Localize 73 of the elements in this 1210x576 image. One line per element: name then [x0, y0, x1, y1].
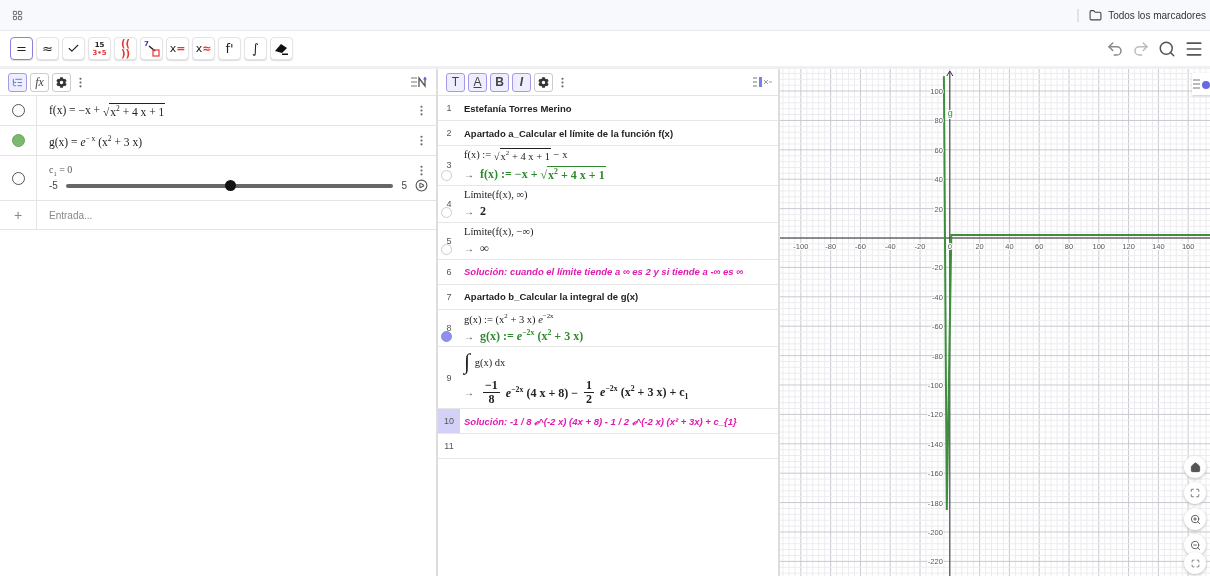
tick-icon — [67, 42, 80, 55]
output-formula: f(x) := −x + √x$^{2}$ + 4 x + 1 — [480, 165, 606, 183]
solution-text: Solución: -1 / 8 ℯ^(-2 x) (4x + 8) - 1 / 2 ℯ^(-2 x) (x² + 3x) + c_{1} — [464, 414, 738, 428]
slider-value: c$_{1}$ = 0 — [49, 164, 73, 177]
formula: g(x) = e$^{− x}$ (x$^{2}$ + 3 x) — [49, 133, 142, 148]
bookmarks-label[interactable]: Todos los marcadores — [1108, 9, 1206, 21]
settings-icon — [538, 76, 549, 88]
solution-text: Solución: cuando el límite tiende a ∞ es 2 y si tiende a -∞ es ∞ — [464, 266, 744, 277]
add-icon[interactable]: + — [13, 207, 23, 223]
tool-button[interactable]: = — [10, 37, 33, 60]
input-formula: Límite(f(x), −∞) — [464, 225, 535, 237]
style-bar-icon — [1192, 77, 1210, 91]
keep-input-tool-button[interactable] — [62, 37, 85, 60]
tree-view-button[interactable] — [8, 72, 27, 92]
fullscreen-button[interactable] — [1184, 552, 1206, 574]
visibility-toggle[interactable] — [441, 331, 452, 342]
eraser-icon — [273, 41, 290, 56]
zoom-out-icon — [1189, 539, 1201, 551]
style-button[interactable]: T — [446, 72, 465, 92]
output-formula: g(x) := e$^{−2x}$ (x$^{2}$ + 3 x) — [480, 328, 584, 344]
expand-tool-button[interactable]: (( )) — [114, 37, 137, 60]
result-arrow: → — [464, 242, 474, 254]
fullscreen-icon — [1190, 558, 1200, 568]
solve-tool-button[interactable]: x≈ — [192, 37, 215, 60]
result-arrow: → — [464, 168, 474, 180]
settings-button[interactable] — [52, 72, 71, 92]
output-formula: 2 — [480, 203, 486, 219]
formula: f(x) = −x + √x$^{2}$ + 4 x + 1 — [49, 103, 166, 118]
eraser-tool-button[interactable] — [270, 37, 293, 60]
tree-icon — [12, 76, 23, 88]
zoom-in-button[interactable] — [1184, 508, 1206, 530]
solve-tool-button[interactable]: x= — [166, 37, 189, 60]
style-button[interactable]: B — [490, 72, 509, 92]
text-cell-text: Apartado a_Calcular el límite de la función f(x) — [464, 127, 675, 139]
frame-icon — [1190, 488, 1200, 498]
result-arrow: → — [464, 330, 474, 342]
home-button[interactable] — [1184, 456, 1206, 478]
output-formula: ∞ — [480, 240, 489, 256]
visibility-toggle[interactable] — [11, 171, 25, 185]
slider-thumb[interactable] — [224, 179, 236, 191]
keyboard-toggle-icon[interactable] — [752, 76, 772, 88]
style-button[interactable]: I — [512, 72, 531, 92]
style-button[interactable]: A — [468, 72, 487, 92]
tool-button[interactable]: ≈ — [36, 37, 59, 60]
folder-icon — [1089, 8, 1103, 22]
input-formula: f(x) := √x$^{2}$ + 4 x + 1 − x — [464, 148, 569, 162]
input-formula: g(x) := (x$^{2}$ + 3 x) e$^{−2x}$ — [464, 311, 555, 324]
curve-label: g — [947, 108, 953, 119]
fx-button[interactable]: fx — [30, 72, 49, 92]
play-icon[interactable] — [415, 179, 428, 192]
undo-icon[interactable] — [1106, 39, 1124, 58]
row-number[interactable]: 10 — [438, 409, 460, 434]
tool-button[interactable]: f' — [218, 37, 241, 60]
text-cell-text: Apartado b_Calcular la integral de g(x) — [464, 291, 640, 302]
result-arrow: → — [464, 205, 474, 217]
home-icon — [1189, 461, 1201, 473]
tool-button[interactable]: ∫ — [244, 37, 267, 60]
search-icon[interactable] — [1158, 39, 1176, 58]
slider-max: 5 — [401, 180, 407, 191]
slider-min: -5 — [49, 180, 58, 191]
slider-track[interactable] — [65, 183, 394, 188]
redo-icon[interactable] — [1132, 39, 1150, 58]
input-formula: Límite(f(x), ∞) — [464, 188, 529, 200]
apps-icon[interactable] — [12, 9, 23, 21]
result-arrow: → — [464, 387, 474, 399]
input-formula: ∫ g(x) dx — [464, 349, 507, 375]
zoom-out-button[interactable] — [1184, 534, 1206, 556]
zoom-in-icon — [1189, 513, 1201, 525]
settings-icon — [56, 76, 67, 88]
text-cell-text: Estefanía Torres Merino — [464, 102, 573, 114]
visibility-toggle[interactable] — [11, 104, 25, 117]
visibility-toggle[interactable] — [11, 134, 25, 147]
settings-button[interactable] — [534, 72, 553, 92]
